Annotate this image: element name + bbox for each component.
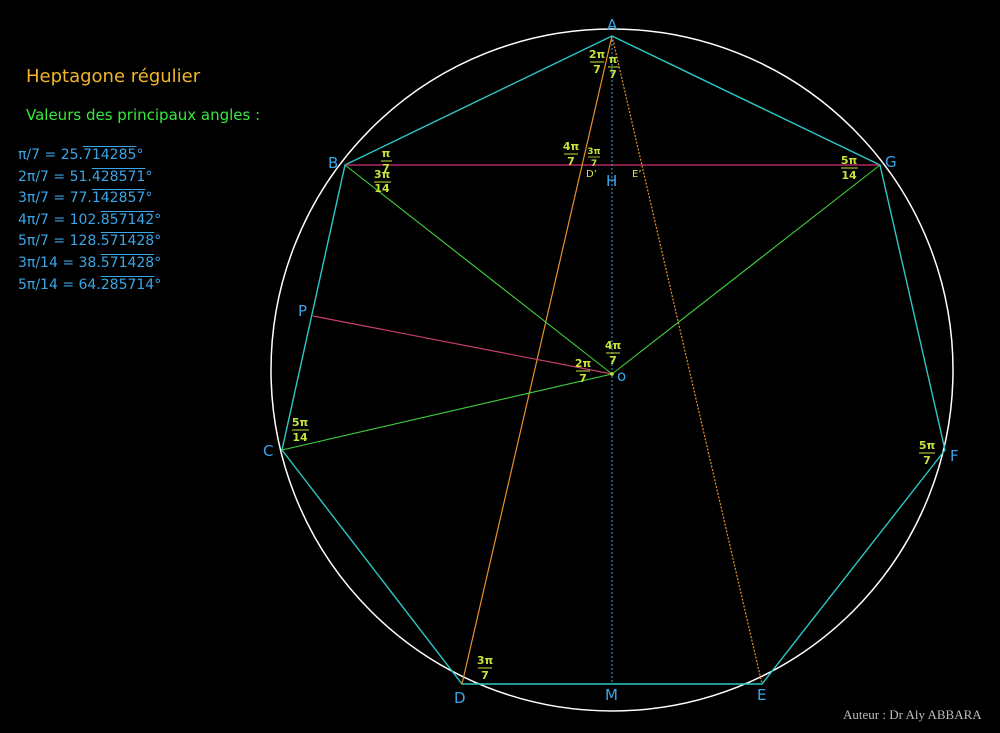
svg-text:3π: 3π <box>477 654 494 667</box>
angle-mark-o-4pi7: 4π 7 <box>605 339 622 367</box>
angle-mark-c-5pi14: 5π 14 <box>292 416 309 444</box>
svg-text:7: 7 <box>593 63 601 76</box>
angle-mark-dprime-3pi7: 3π 7 <box>587 147 600 169</box>
segment-op <box>312 315 613 375</box>
point-dprime-label: D’ <box>586 169 597 180</box>
svg-text:14: 14 <box>374 182 390 195</box>
vertex-e-label: E <box>757 686 766 704</box>
vertex-g-label: G <box>885 153 897 171</box>
svg-text:π: π <box>609 53 618 66</box>
svg-text:5π: 5π <box>292 416 309 429</box>
point-h-label: H <box>606 172 617 190</box>
vertex-c-label: C <box>263 442 273 460</box>
svg-text:2π: 2π <box>575 357 592 370</box>
svg-text:14: 14 <box>292 431 308 444</box>
svg-text:7: 7 <box>923 454 931 467</box>
svg-text:4π: 4π <box>605 339 622 352</box>
svg-text:7: 7 <box>567 155 575 168</box>
angle-mark-dprime-4pi7: 4π 7 <box>563 140 580 168</box>
angle-mark-a-pi7: π 7 <box>608 53 619 81</box>
svg-text:7: 7 <box>609 68 617 81</box>
svg-text:7: 7 <box>591 159 597 169</box>
svg-text:7: 7 <box>481 669 489 682</box>
svg-text:5π: 5π <box>841 154 858 167</box>
point-m-label: M <box>605 686 618 704</box>
svg-text:4π: 4π <box>563 140 580 153</box>
angle-mark-o-2pi7: 2π 7 <box>575 357 592 385</box>
radius-ob <box>344 164 613 375</box>
svg-text:2π: 2π <box>589 48 606 61</box>
angle-mark-d-3pi7: 3π 7 <box>477 654 494 682</box>
svg-text:7: 7 <box>579 372 587 385</box>
vertex-d-label: D <box>454 689 466 707</box>
vertex-f-label: F <box>950 447 959 465</box>
svg-text:14: 14 <box>841 169 857 182</box>
radius-og <box>611 164 881 375</box>
svg-text:7: 7 <box>609 354 617 367</box>
point-p-label: P <box>298 302 307 320</box>
vertex-a-label: A <box>607 16 618 34</box>
svg-text:3π: 3π <box>587 147 600 157</box>
angle-mark-b-3pi14: 3π 14 <box>374 168 391 195</box>
angle-mark-g-5pi14: 5π 14 <box>841 154 858 182</box>
vertex-b-label: B <box>328 154 338 172</box>
radius-oc <box>281 373 613 451</box>
angle-mark-f-5pi7: 5π 7 <box>919 439 936 467</box>
svg-text:3π: 3π <box>374 168 391 181</box>
center-o-label: o <box>617 367 626 385</box>
angle-mark-a-2pi7: 2π 7 <box>589 48 606 76</box>
point-eprime-label: E’ <box>632 169 642 180</box>
svg-text:5π: 5π <box>919 439 936 452</box>
diagonal-ae <box>611 35 763 685</box>
heptagon-diagram: A B G C F D E M H P o D’ E’ 2π 7 π 7 π 7… <box>263 16 959 712</box>
svg-text:π: π <box>382 147 391 160</box>
center-point <box>610 372 614 376</box>
